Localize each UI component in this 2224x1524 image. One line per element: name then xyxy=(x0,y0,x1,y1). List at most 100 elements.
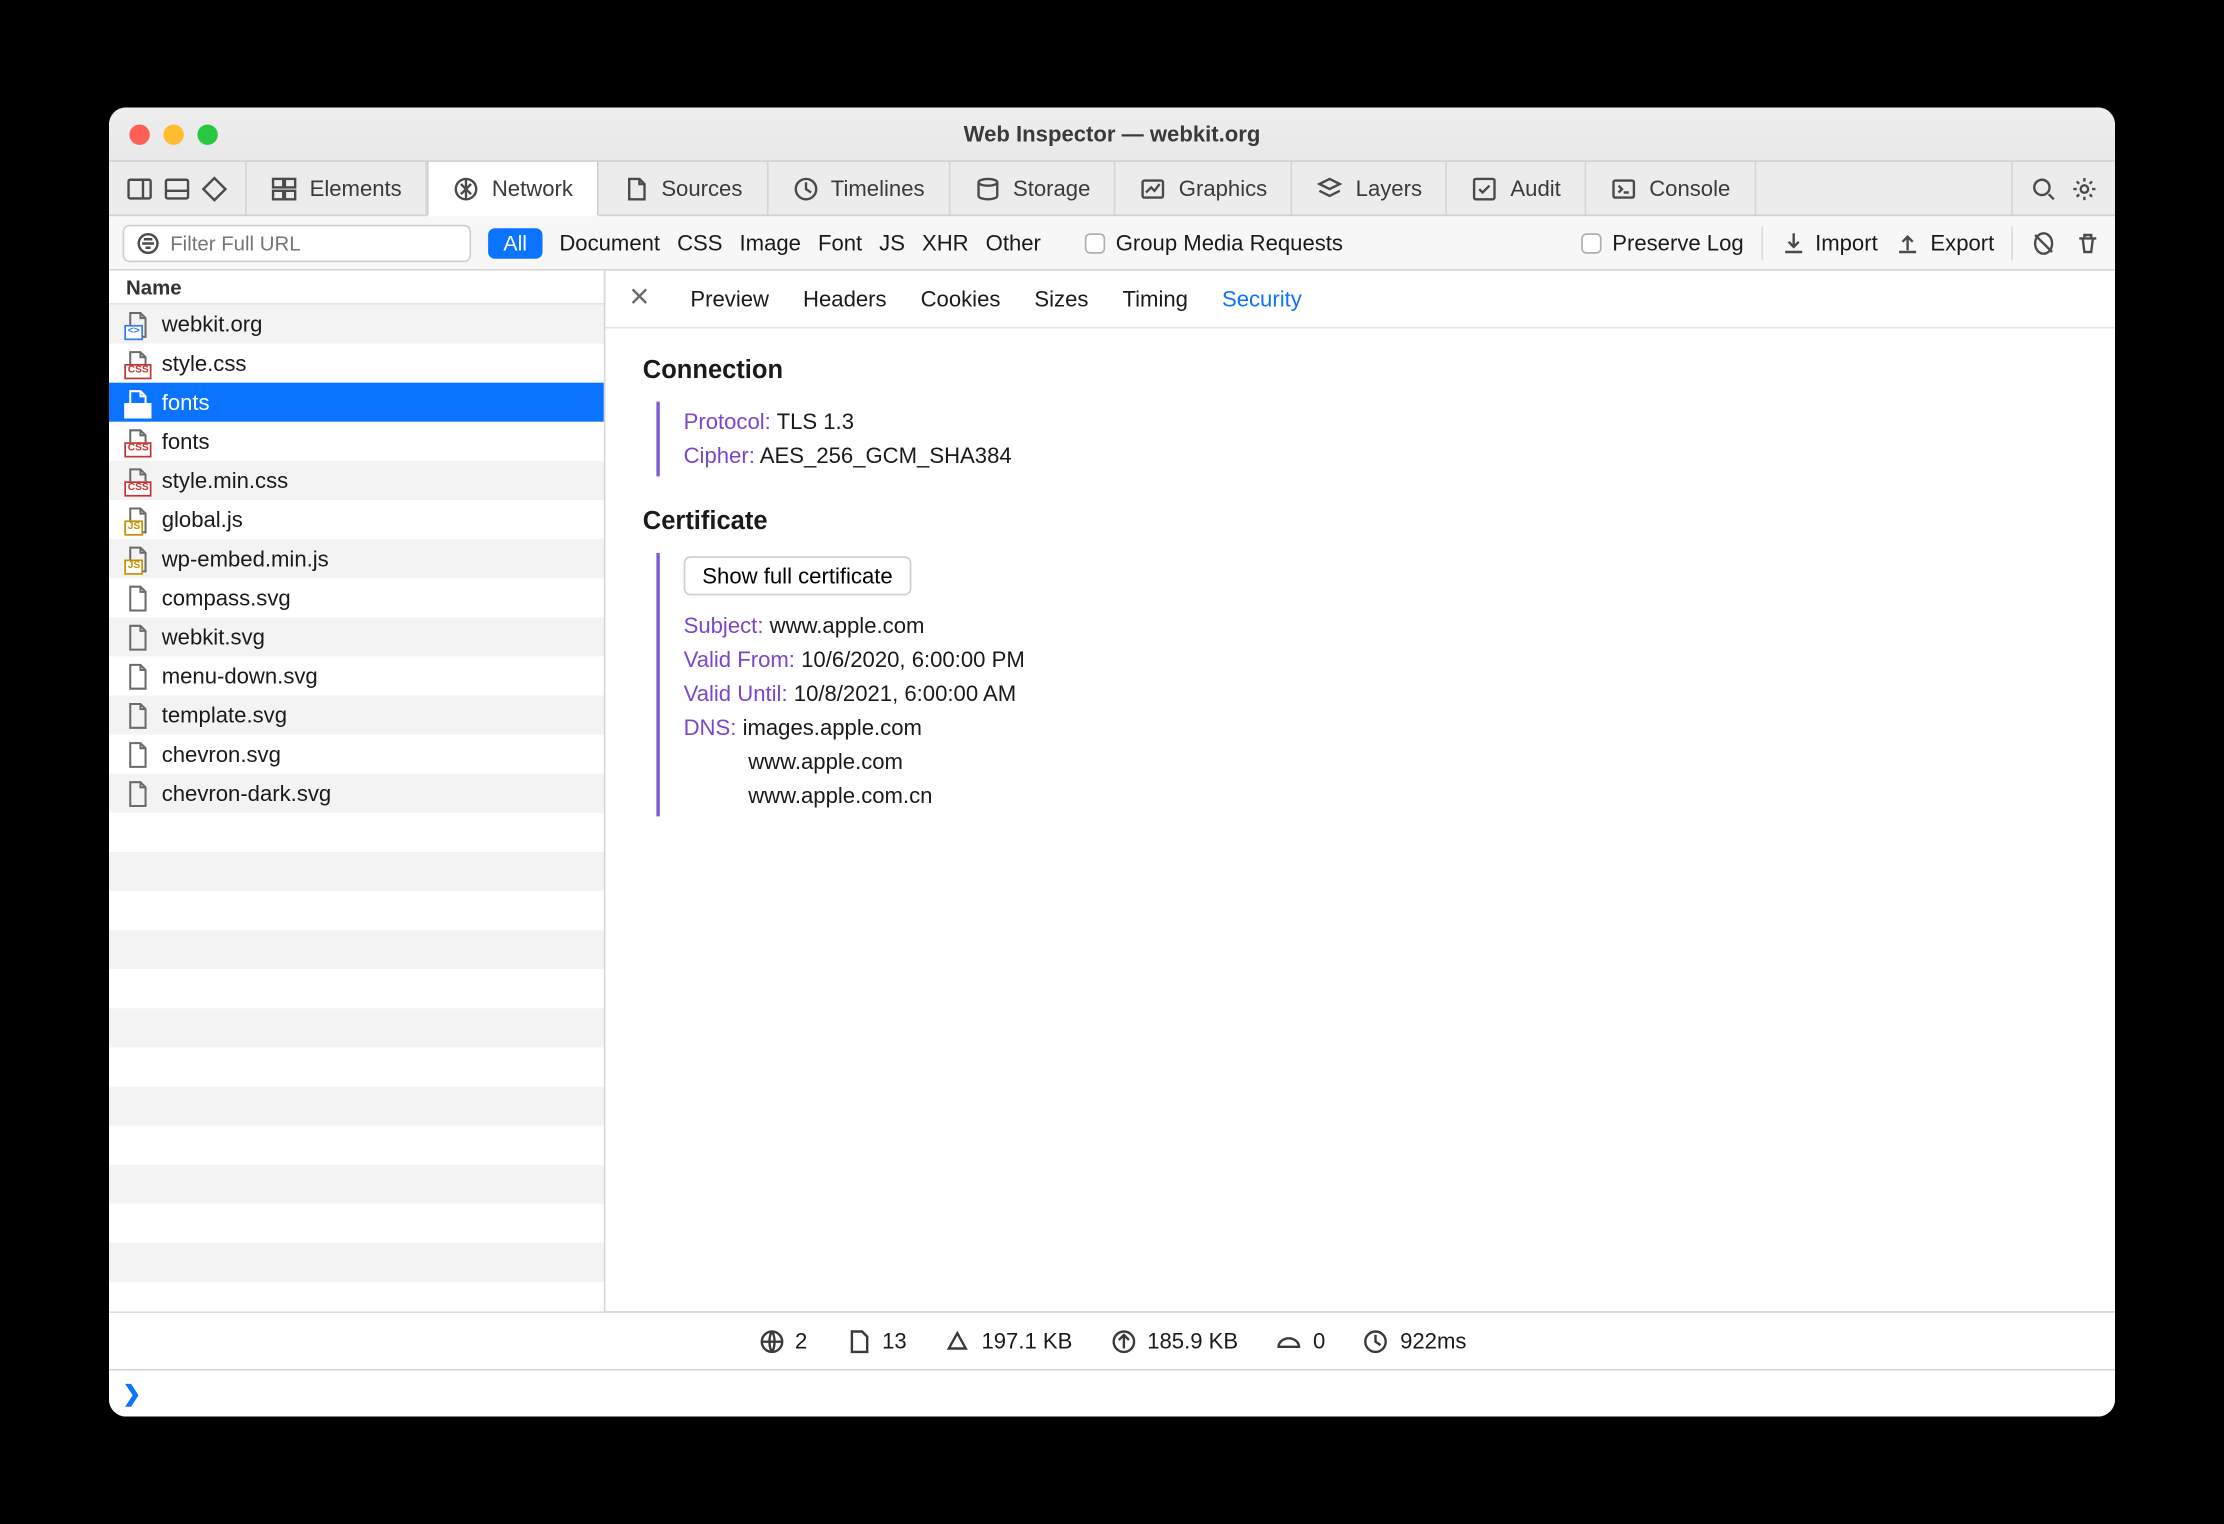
filter-type-font[interactable]: Font xyxy=(818,230,862,256)
filter-url-field[interactable] xyxy=(123,224,472,261)
cipher-label: Cipher: xyxy=(684,442,755,468)
export-button[interactable]: Export xyxy=(1895,229,1995,256)
dns-label: DNS: xyxy=(684,714,737,740)
status-size: 197.1 KB xyxy=(944,1327,1072,1354)
tab-label: Audit xyxy=(1510,176,1560,202)
tab-network[interactable]: Network xyxy=(427,162,598,216)
detail-tab-headers[interactable]: Headers xyxy=(803,286,887,312)
close-detail-icon[interactable] xyxy=(629,286,649,312)
dns-value: www.apple.com.cn xyxy=(748,782,932,808)
subject-label: Subject: xyxy=(684,612,764,638)
detail-tab-timing[interactable]: Timing xyxy=(1122,286,1188,312)
file-row[interactable]: JSglobal.js xyxy=(109,500,604,539)
file-row[interactable]: <>webkit.org xyxy=(109,305,604,344)
disable-cache-icon[interactable] xyxy=(2030,229,2057,256)
protocol-value: TLS 1.3 xyxy=(777,408,854,434)
network-icon xyxy=(453,175,480,202)
dock-detach-icon[interactable] xyxy=(201,175,228,202)
import-button[interactable]: Import xyxy=(1779,229,1877,256)
protocol-label: Protocol: xyxy=(684,408,771,434)
chevron-right-icon: ❯ xyxy=(123,1380,142,1407)
filter-type-js[interactable]: JS xyxy=(879,230,905,256)
file-row[interactable]: CSSfonts xyxy=(109,422,604,461)
file-row[interactable]: menu-down.svg xyxy=(109,657,604,696)
file-row[interactable]: chevron-dark.svg xyxy=(109,774,604,813)
console-prompt-bar[interactable]: ❯ xyxy=(109,1369,2115,1417)
empty-row xyxy=(109,1048,604,1087)
status-bar: 2 13 197.1 KB 185.9 KB 0 922ms xyxy=(109,1311,2115,1369)
file-name: template.svg xyxy=(162,703,287,729)
show-certificate-button[interactable]: Show full certificate xyxy=(684,556,912,595)
tab-sources[interactable]: Sources xyxy=(598,162,767,215)
cipher-value: AES_256_GCM_SHA384 xyxy=(760,442,1012,468)
tab-label: Layers xyxy=(1356,176,1422,202)
file-row[interactable]: compass.svg xyxy=(109,578,604,617)
dock-controls xyxy=(109,162,247,215)
file-row[interactable]: CSSstyle.css xyxy=(109,344,604,383)
search-icon[interactable] xyxy=(2030,175,2057,202)
empty-row xyxy=(109,1126,604,1165)
file-name: style.min.css xyxy=(162,468,288,494)
tab-elements[interactable]: Elements xyxy=(247,162,428,215)
file-list[interactable]: <>webkit.orgCSSstyle.cssCSSfontsCSSfonts… xyxy=(109,305,604,1311)
file-name: chevron-dark.svg xyxy=(162,781,332,807)
valid-from-value: 10/6/2020, 6:00:00 PM xyxy=(801,646,1025,672)
file-name: compass.svg xyxy=(162,585,291,611)
tab-storage[interactable]: Storage xyxy=(950,162,1116,215)
dock-right-icon[interactable] xyxy=(126,175,153,202)
main-tabbar: Elements Network Sources Timelines Stora… xyxy=(109,162,2115,216)
file-name: webkit.org xyxy=(162,312,263,338)
detail-tab-security[interactable]: Security xyxy=(1222,286,1302,312)
gear-icon[interactable] xyxy=(2071,175,2098,202)
tab-layers[interactable]: Layers xyxy=(1293,162,1448,215)
file-row[interactable]: JSwp-embed.min.js xyxy=(109,539,604,578)
tab-label: Sources xyxy=(661,176,742,202)
clear-icon[interactable] xyxy=(2074,229,2101,256)
empty-row xyxy=(109,1204,604,1243)
file-row[interactable]: webkit.svg xyxy=(109,618,604,657)
layers-icon xyxy=(1317,175,1344,202)
tab-audit[interactable]: Audit xyxy=(1448,162,1587,215)
detail-tab-sizes[interactable]: Sizes xyxy=(1034,286,1088,312)
tab-timelines[interactable]: Timelines xyxy=(768,162,950,215)
filter-type-other[interactable]: Other xyxy=(986,230,1041,256)
connection-heading: Connection xyxy=(643,356,2078,385)
empty-row xyxy=(109,930,604,969)
connection-block: Protocol: TLS 1.3 Cipher: AES_256_GCM_SH… xyxy=(656,402,2077,477)
file-icon xyxy=(126,663,150,690)
file-name: chevron.svg xyxy=(162,742,281,768)
filter-icon xyxy=(135,229,162,256)
checkbox-label: Preserve Log xyxy=(1612,230,1743,256)
filter-type-image[interactable]: Image xyxy=(740,230,801,256)
sidebar-header: Name xyxy=(109,271,604,305)
group-media-checkbox[interactable]: Group Media Requests xyxy=(1085,230,1343,256)
filter-type-xhr[interactable]: XHR xyxy=(922,230,969,256)
empty-row xyxy=(109,1243,604,1282)
preserve-log-checkbox[interactable]: Preserve Log xyxy=(1582,230,1744,256)
file-row[interactable]: CSSstyle.min.css xyxy=(109,461,604,500)
tab-label: Storage xyxy=(1013,176,1090,202)
filter-type-css[interactable]: CSS xyxy=(677,230,722,256)
detail-tab-cookies[interactable]: Cookies xyxy=(921,286,1001,312)
detail-tab-preview[interactable]: Preview xyxy=(690,286,769,312)
file-row[interactable]: template.svg xyxy=(109,696,604,735)
filter-type-document[interactable]: Document xyxy=(559,230,660,256)
status-transferred: 185.9 KB xyxy=(1110,1327,1238,1354)
console-icon xyxy=(1610,175,1637,202)
filter-url-input[interactable] xyxy=(170,231,459,255)
tab-console[interactable]: Console xyxy=(1586,162,1755,215)
dock-bottom-icon[interactable] xyxy=(163,175,190,202)
file-name: fonts xyxy=(162,390,210,416)
tab-graphics[interactable]: Graphics xyxy=(1116,162,1293,215)
network-toolbar: All Document CSS Image Font JS XHR Other… xyxy=(109,216,2115,270)
file-row[interactable]: chevron.svg xyxy=(109,735,604,774)
network-body: Name <>webkit.orgCSSstyle.cssCSSfontsCSS… xyxy=(109,271,2115,1311)
detail-tabs: Preview Headers Cookies Sizes Timing Security xyxy=(605,271,2115,329)
file-row[interactable]: CSSfonts xyxy=(109,383,604,422)
certificate-heading: Certificate xyxy=(643,507,2078,536)
status-errors: 0 xyxy=(1276,1327,1326,1354)
filter-type-all[interactable]: All xyxy=(488,227,542,258)
sources-icon xyxy=(622,175,649,202)
dns-value: images.apple.com xyxy=(743,714,922,740)
status-resources: 13 xyxy=(845,1327,907,1354)
